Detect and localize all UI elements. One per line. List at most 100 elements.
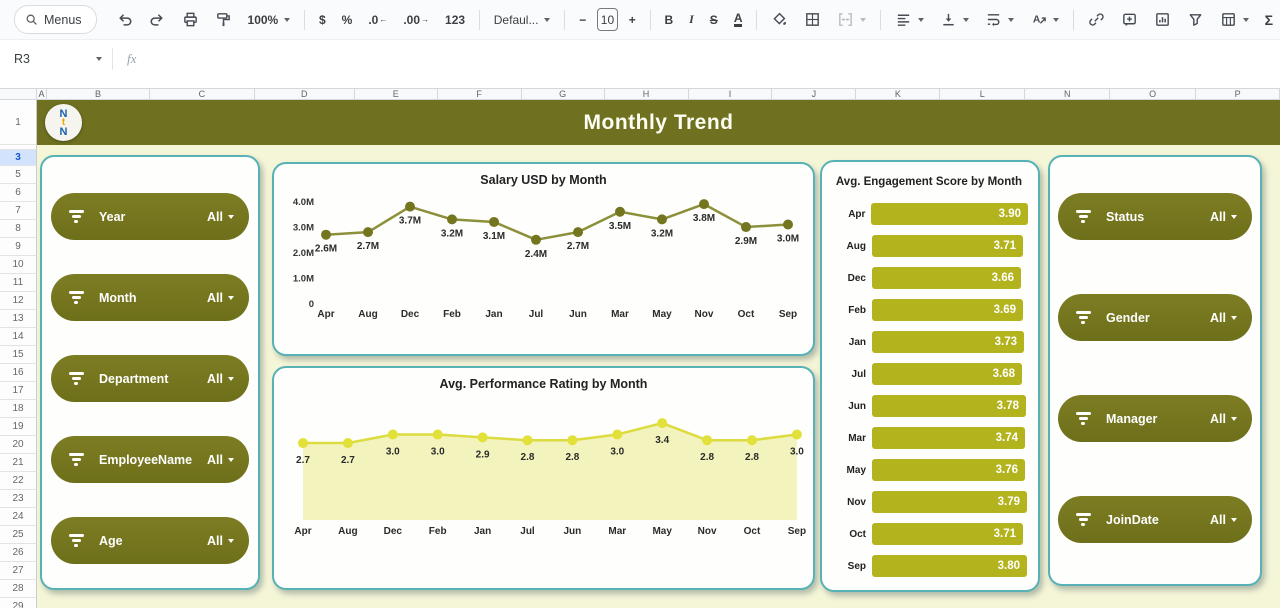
row-header-21[interactable]: 21 (0, 454, 37, 472)
row-header-22[interactable]: 22 (0, 472, 37, 490)
row-header-1[interactable]: 1 (0, 100, 37, 145)
row-header-10[interactable]: 10 (0, 256, 37, 274)
filter-month[interactable]: MonthAll (51, 274, 249, 321)
merge-cells-button[interactable] (830, 7, 873, 32)
fill-color-button[interactable] (764, 7, 795, 32)
filter-value-dropdown[interactable]: All (1210, 513, 1237, 527)
font-size-input[interactable]: 10 (597, 8, 618, 31)
row-header-9[interactable]: 9 (0, 238, 37, 256)
row-header-3[interactable]: 3 (0, 150, 37, 166)
column-header-g[interactable]: G (522, 88, 605, 100)
filter-manager[interactable]: ManagerAll (1058, 395, 1252, 442)
row-header-29[interactable]: 29 (0, 598, 37, 608)
filter-value-dropdown[interactable]: All (207, 534, 234, 548)
row-header-12[interactable]: 12 (0, 292, 37, 310)
filter-value-dropdown[interactable]: All (207, 453, 234, 467)
row-header-28[interactable]: 28 (0, 580, 37, 598)
row-header-19[interactable]: 19 (0, 418, 37, 436)
row-header-14[interactable]: 14 (0, 328, 37, 346)
horizontal-align-button[interactable] (888, 7, 931, 32)
menus-search[interactable]: Menus (14, 5, 97, 34)
decrease-decimal-button[interactable]: .0← (361, 9, 394, 31)
row-header-5[interactable]: 5 (0, 166, 37, 184)
zoom-select[interactable]: 100% (241, 9, 298, 31)
row-header-15[interactable]: 15 (0, 346, 37, 364)
create-filter-button[interactable] (1180, 7, 1211, 32)
vertical-align-button[interactable] (933, 7, 976, 32)
filter-age[interactable]: AgeAll (51, 517, 249, 564)
column-header-k[interactable]: K (856, 88, 940, 100)
row-header-6[interactable]: 6 (0, 184, 37, 202)
column-header-b[interactable]: B (47, 88, 150, 100)
text-rotation-button[interactable]: A (1023, 7, 1066, 32)
filter-value-dropdown[interactable]: All (1210, 311, 1237, 325)
filter-value-dropdown[interactable]: All (207, 291, 234, 305)
filter-gender[interactable]: GenderAll (1058, 294, 1252, 341)
filter-year[interactable]: YearAll (51, 193, 249, 240)
bar-category-label: Jun (830, 401, 866, 412)
format-percent-button[interactable]: % (335, 9, 360, 31)
row-header-17[interactable]: 17 (0, 382, 37, 400)
font-family-select[interactable]: Defaul... (487, 9, 558, 31)
undo-button[interactable] (109, 7, 140, 32)
bar-feb: 3.69 (872, 299, 1023, 321)
text-color-button[interactable]: A (727, 9, 750, 31)
insert-link-button[interactable] (1081, 7, 1112, 32)
column-header-c[interactable]: C (150, 88, 255, 100)
filter-employeename[interactable]: EmployeeNameAll (51, 436, 249, 483)
row-header-13[interactable]: 13 (0, 310, 37, 328)
column-header-l[interactable]: L (940, 88, 1025, 100)
column-header-i[interactable]: I (689, 88, 773, 100)
column-header-p[interactable]: P (1196, 88, 1280, 100)
column-header-o[interactable]: O (1110, 88, 1196, 100)
column-header-f[interactable]: F (438, 88, 522, 100)
row-header-8[interactable]: 8 (0, 220, 37, 238)
text-rotation-icon: A (1030, 11, 1047, 28)
row-header-11[interactable]: 11 (0, 274, 37, 292)
column-header-a[interactable]: A (37, 88, 47, 100)
row-header-26[interactable]: 26 (0, 544, 37, 562)
filter-joindate[interactable]: JoinDateAll (1058, 496, 1252, 543)
row-header-7[interactable]: 7 (0, 202, 37, 220)
redo-button[interactable] (142, 7, 173, 32)
select-all-corner[interactable] (0, 88, 37, 100)
table-views-button[interactable] (1213, 7, 1256, 32)
row-header-25[interactable]: 25 (0, 526, 37, 544)
increase-font-size-button[interactable]: + (622, 9, 643, 31)
insert-comment-button[interactable] (1114, 7, 1145, 32)
filter-label: Age (99, 534, 207, 548)
borders-button[interactable] (797, 7, 828, 32)
row-header-18[interactable]: 18 (0, 400, 37, 418)
filter-value-dropdown[interactable]: All (207, 372, 234, 386)
print-button[interactable] (175, 7, 206, 32)
row-header-20[interactable]: 20 (0, 436, 37, 454)
filter-value-dropdown[interactable]: All (1210, 412, 1237, 426)
format-currency-button[interactable]: $ (312, 9, 333, 31)
number-format-button[interactable]: 123 (438, 9, 472, 31)
name-box[interactable]: R3 (0, 52, 112, 66)
row-header-23[interactable]: 23 (0, 490, 37, 508)
row-header-24[interactable]: 24 (0, 508, 37, 526)
strikethrough-button[interactable]: S (703, 9, 725, 31)
column-header-e[interactable]: E (355, 88, 438, 100)
filter-status[interactable]: StatusAll (1058, 193, 1252, 240)
italic-button[interactable]: I (682, 8, 701, 31)
column-header-n[interactable]: N (1025, 88, 1110, 100)
paint-format-button[interactable] (208, 7, 239, 32)
row-header-16[interactable]: 16 (0, 364, 37, 382)
sheet-canvas[interactable]: N t N Monthly Trend YearAllMonthAllDepar… (37, 100, 1280, 608)
filter-department[interactable]: DepartmentAll (51, 355, 249, 402)
chevron-down-icon (284, 18, 290, 22)
column-header-h[interactable]: H (605, 88, 689, 100)
column-header-j[interactable]: J (772, 88, 856, 100)
decrease-font-size-button[interactable]: − (572, 9, 593, 31)
insert-chart-button[interactable] (1147, 7, 1178, 32)
column-header-d[interactable]: D (255, 88, 355, 100)
filter-value-dropdown[interactable]: All (207, 210, 234, 224)
text-wrap-button[interactable] (978, 7, 1021, 32)
functions-button[interactable]: Σ (1258, 8, 1280, 32)
row-header-27[interactable]: 27 (0, 562, 37, 580)
filter-value-dropdown[interactable]: All (1210, 210, 1237, 224)
bold-button[interactable]: B (657, 9, 680, 31)
increase-decimal-button[interactable]: .00→ (396, 9, 436, 31)
